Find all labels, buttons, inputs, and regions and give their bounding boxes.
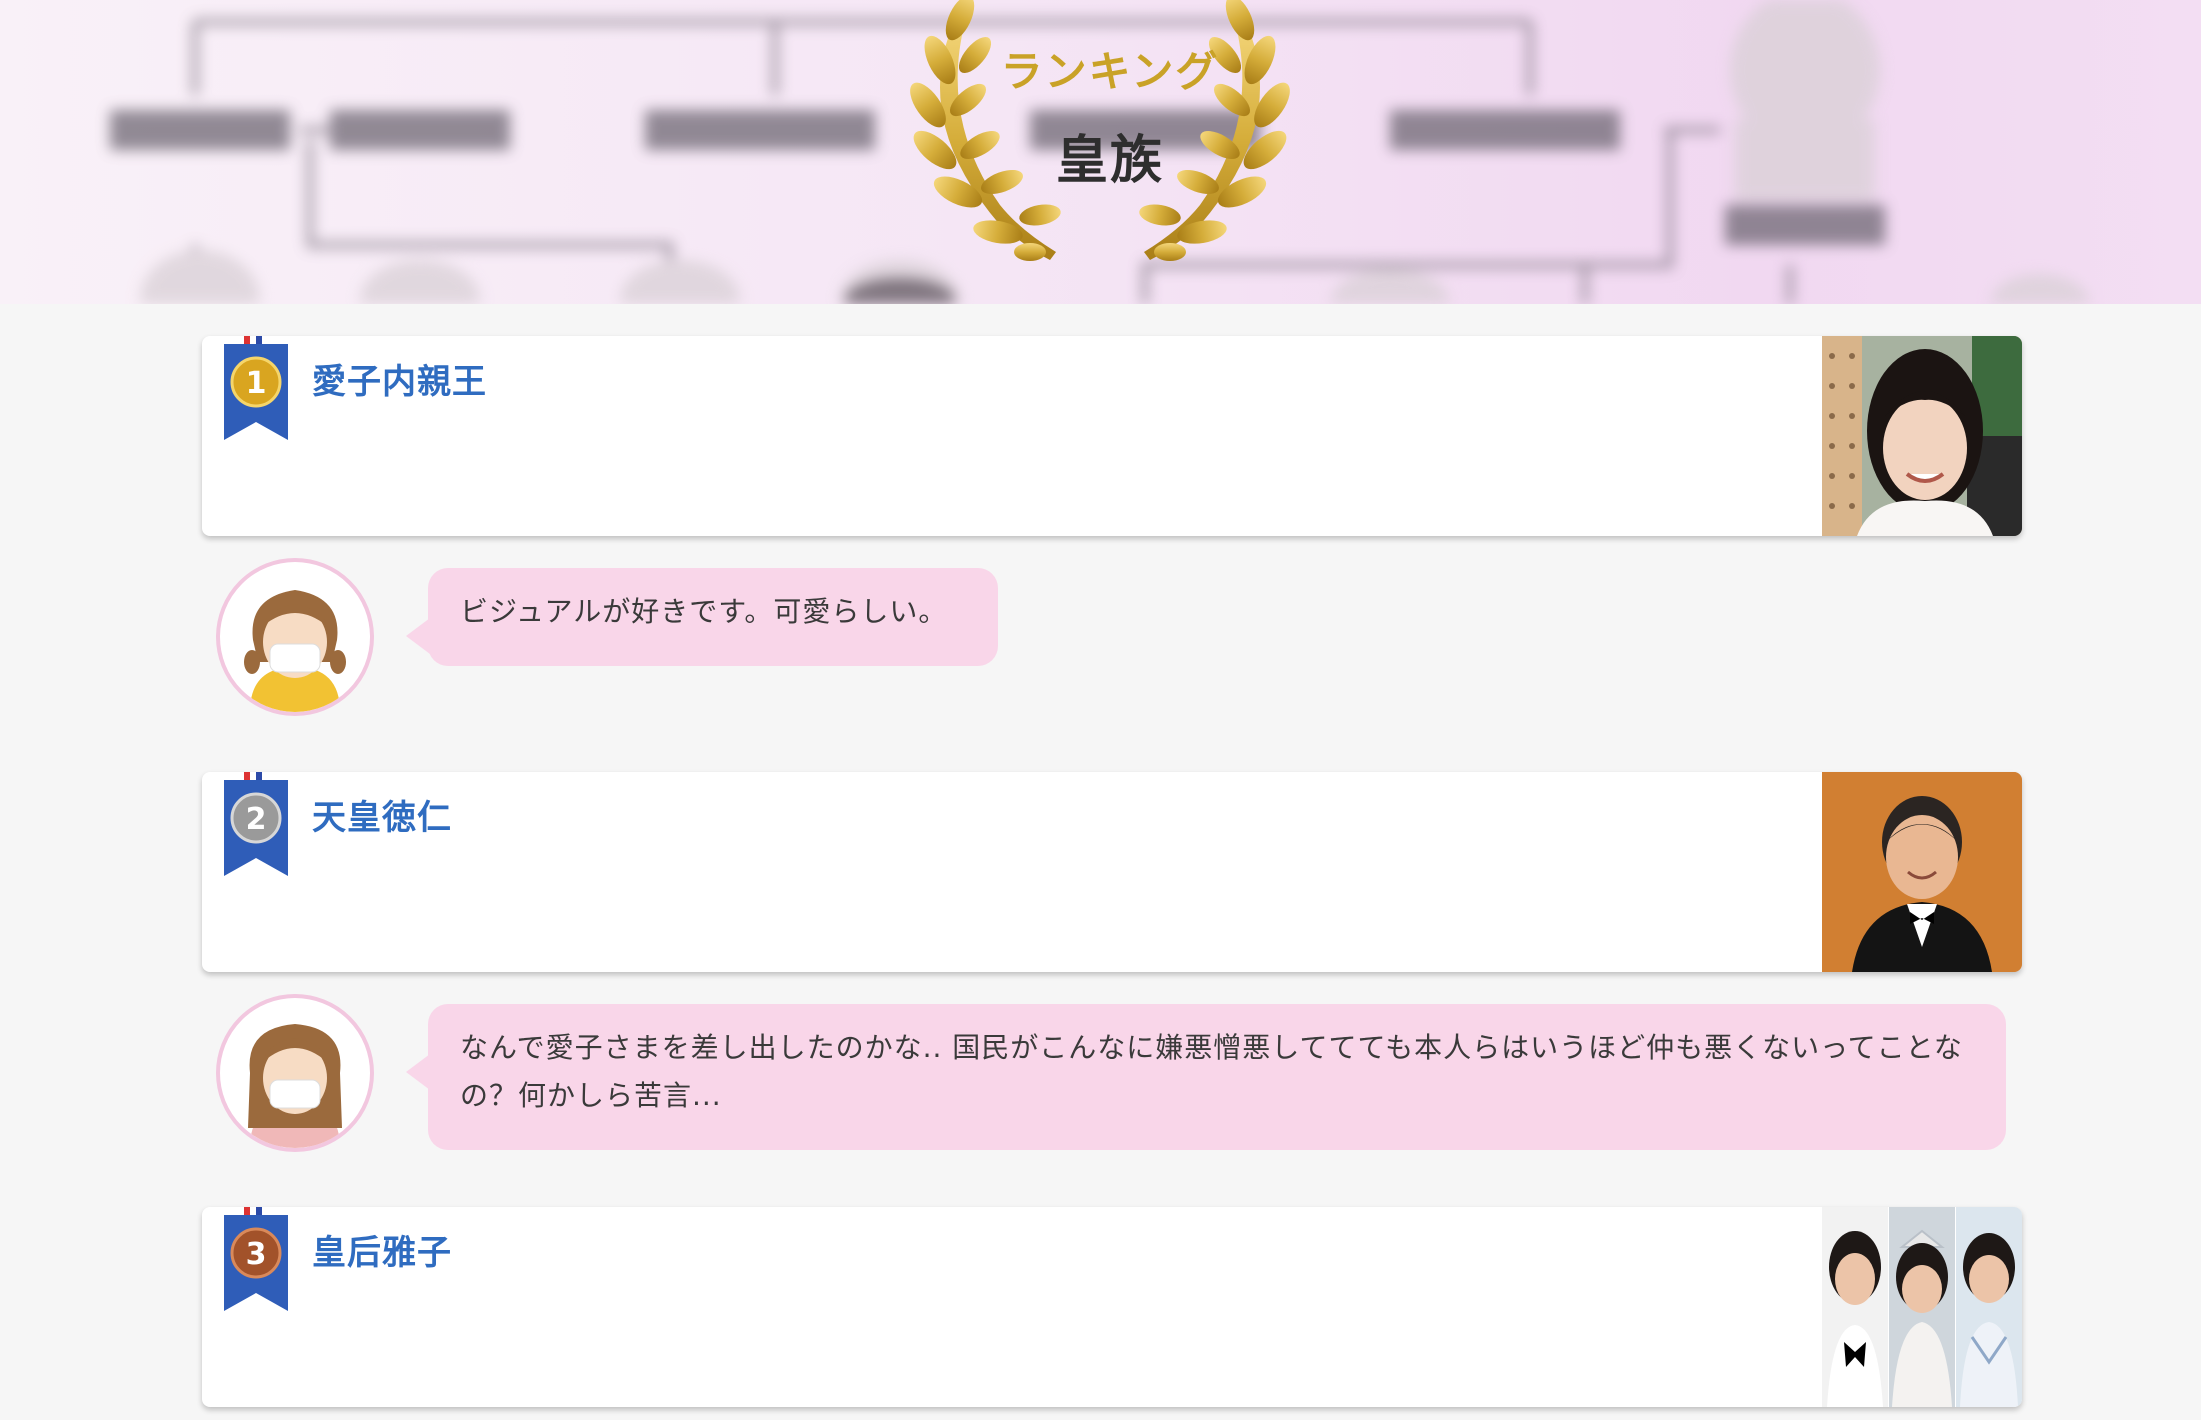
bronze-medal-3-icon: 3 (224, 1207, 288, 1311)
portrait-photo[interactable] (1822, 772, 2022, 972)
ranking-card-2[interactable]: 2 天皇徳仁 (202, 772, 2022, 972)
portrait-collage-photo[interactable] (1822, 1207, 2022, 1407)
ranking-name-link[interactable]: 天皇徳仁 (312, 790, 452, 839)
ranking-header-banner: ランキング 皇族 (0, 0, 2201, 304)
ranking-name-link[interactable]: 愛子内親王 (312, 354, 487, 403)
silver-medal-2-icon: 2 (224, 772, 288, 876)
portrait-photo[interactable] (1822, 336, 2022, 536)
ranking-card-3[interactable]: 3 皇后雅子 (202, 1207, 2022, 1407)
ranking-name-link[interactable]: 皇后雅子 (312, 1225, 452, 1274)
medal-rank-3: 3 (246, 1237, 267, 1272)
comment-bubble: ビジュアルが好きです。可愛らしい。 (406, 568, 998, 666)
gold-medal-1-icon: 1 (224, 336, 288, 440)
medal-rank-1: 1 (246, 366, 267, 401)
avatar-illustration (244, 590, 346, 712)
user-avatar-icon (216, 994, 374, 1152)
user-avatar-icon (216, 558, 374, 716)
category-title: 皇族 (1055, 131, 1164, 191)
ranking-label: ランキング (1000, 47, 1220, 96)
comment-bubble: なんで愛子さまを差し出したのかな.. 国民がこんなに嫌悪憎悪しててても本人らはい… (406, 1004, 2006, 1150)
medal-rank-2: 2 (246, 802, 267, 837)
ranking-card-1[interactable]: 1 愛子内親王 (202, 336, 2022, 536)
avatar-illustration (248, 1024, 342, 1148)
